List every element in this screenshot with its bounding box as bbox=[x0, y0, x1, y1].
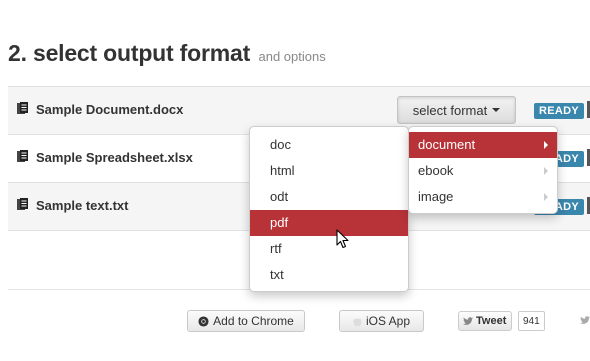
category-item-document[interactable]: document bbox=[409, 132, 557, 158]
menu-item-txt[interactable]: txt bbox=[250, 262, 408, 288]
chevron-right-icon bbox=[544, 193, 548, 201]
file-name: Sample Spreadsheet.xlsx bbox=[36, 150, 193, 165]
caret-down-icon bbox=[492, 108, 501, 112]
category-label: document bbox=[418, 137, 476, 152]
ios-app-label: iOS App bbox=[365, 314, 411, 328]
category-label: ebook bbox=[418, 163, 454, 178]
apple-icon bbox=[353, 318, 362, 326]
mouse-cursor-icon bbox=[336, 229, 349, 249]
twitter-bird-icon bbox=[463, 316, 473, 325]
document-icon bbox=[17, 150, 28, 162]
tweet-count: 941 bbox=[518, 311, 545, 331]
add-to-chrome-button[interactable]: Add to Chrome bbox=[187, 310, 305, 332]
category-item-ebook[interactable]: ebook bbox=[409, 158, 557, 184]
tweet-button[interactable]: Tweet bbox=[458, 311, 512, 331]
section-subtitle: and options bbox=[258, 49, 326, 64]
menu-item-html[interactable]: html bbox=[250, 158, 408, 184]
menu-item-odt[interactable]: odt bbox=[250, 184, 408, 210]
format-dropdown-menu: doc html odt pdf rtf txt bbox=[249, 126, 409, 292]
section-title: 2. select output format bbox=[8, 40, 251, 66]
category-item-image[interactable]: image bbox=[409, 184, 557, 210]
menu-item-doc[interactable]: doc bbox=[250, 132, 408, 158]
twitter-bird-icon[interactable] bbox=[580, 316, 590, 325]
category-label: image bbox=[418, 189, 454, 204]
file-name: Sample Document.docx bbox=[36, 102, 184, 117]
add-to-chrome-label: Add to Chrome bbox=[213, 314, 294, 328]
chrome-icon bbox=[198, 315, 209, 327]
category-menu: document ebook image bbox=[408, 126, 558, 214]
menu-item-rtf[interactable]: rtf bbox=[250, 236, 408, 262]
ios-app-button[interactable]: iOS App bbox=[339, 310, 424, 332]
menu-item-pdf[interactable]: pdf bbox=[250, 210, 408, 236]
tweet-label: Tweet bbox=[476, 315, 507, 327]
chevron-right-icon bbox=[544, 141, 548, 149]
section-heading: 2. select output format and options bbox=[8, 40, 326, 67]
select-format-button[interactable]: select format bbox=[397, 96, 516, 124]
file-name: Sample text.txt bbox=[36, 198, 129, 213]
chevron-right-icon bbox=[544, 167, 548, 175]
select-format-label: select format bbox=[412, 102, 488, 118]
ready-badge: READY bbox=[534, 103, 585, 119]
document-icon bbox=[17, 198, 28, 210]
document-icon bbox=[17, 102, 28, 114]
